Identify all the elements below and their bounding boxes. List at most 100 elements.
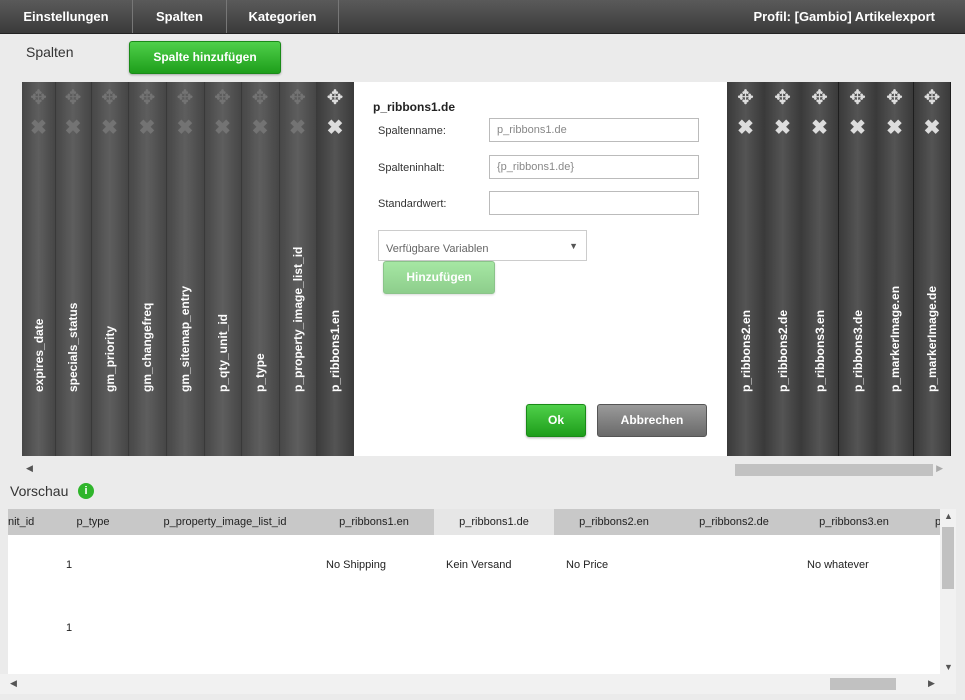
default-value-input[interactable]	[489, 191, 699, 215]
column-strip-label: p_markerImage.de	[925, 285, 939, 392]
move-arrows-icon[interactable]: ✥	[316, 88, 354, 108]
column-strip[interactable]: ✥ ✖ specials_status	[55, 82, 92, 456]
scroll-up-arrow-icon[interactable]: ▲	[944, 511, 953, 521]
tab-einstellungen[interactable]: Einstellungen	[0, 0, 133, 33]
column-strip[interactable]: ✥ ✖ p_type	[241, 82, 280, 456]
table-cell: No Shipping	[326, 559, 386, 571]
add-variable-button[interactable]: Hinzufügen	[383, 261, 495, 294]
scroll-right-arrow-icon[interactable]: ▶	[928, 678, 935, 689]
preview-column-header[interactable]: p_property_image_list_id	[136, 509, 314, 535]
preview-column-header[interactable]: p	[932, 509, 940, 535]
preview-column-header[interactable]: p_ribbons3.en	[794, 509, 914, 535]
move-arrows-icon[interactable]: ✥	[876, 88, 913, 108]
column-strip[interactable]: ✥ ✖ p_qty_unit_id	[204, 82, 242, 456]
column-strip-label: p_property_image_list_id	[290, 246, 305, 392]
column-strip[interactable]: ✥ ✖ p_ribbons3.de	[839, 82, 877, 456]
ok-button[interactable]: Ok	[526, 404, 586, 437]
columns-scroll-thumb[interactable]	[735, 464, 933, 476]
close-x-icon[interactable]: ✖	[914, 118, 950, 138]
column-editor-panel: p_ribbons1.de Spaltenname: p_ribbons1.de…	[354, 82, 727, 456]
move-arrows-icon[interactable]: ✥	[914, 88, 950, 108]
dropdown-caret-icon: ▼	[569, 241, 578, 251]
cancel-button[interactable]: Abbrechen	[597, 404, 707, 437]
column-strip[interactable]: ✥ ✖ expires_date	[22, 82, 56, 456]
columns-horizontal-scrollbar[interactable]: ◀ ▶	[22, 463, 947, 477]
column-name-label: Spaltenname:	[378, 125, 446, 137]
preview-horizontal-scrollbar[interactable]: ◀ ▶	[0, 674, 956, 694]
move-arrows-icon[interactable]: ✥	[166, 88, 204, 108]
move-arrows-icon[interactable]: ✥	[241, 88, 279, 108]
tab-spalten[interactable]: Spalten	[133, 0, 227, 33]
variables-select-value: Verfügbare Variablen	[386, 243, 489, 255]
column-strip-label: specials_status	[66, 302, 80, 392]
close-x-icon[interactable]: ✖	[166, 118, 204, 138]
column-strip-label: expires_date	[31, 318, 46, 392]
close-x-icon[interactable]: ✖	[128, 118, 166, 138]
move-arrows-icon[interactable]: ✥	[22, 88, 55, 108]
close-x-icon[interactable]: ✖	[316, 118, 354, 138]
preview-vertical-thumb[interactable]	[942, 527, 954, 589]
close-x-icon[interactable]: ✖	[764, 118, 801, 138]
move-arrows-icon[interactable]: ✥	[727, 88, 764, 108]
move-arrows-icon[interactable]: ✥	[801, 88, 838, 108]
close-x-icon[interactable]: ✖	[22, 118, 55, 138]
column-content-label: Spalteninhalt:	[378, 162, 445, 174]
scroll-down-arrow-icon[interactable]: ▼	[944, 662, 953, 672]
table-cell: 1	[66, 622, 73, 634]
preview-column-header[interactable]: nit_id	[8, 509, 34, 535]
close-x-icon[interactable]: ✖	[91, 118, 128, 138]
column-strip-label: p_ribbons3.de	[850, 309, 865, 392]
close-x-icon[interactable]: ✖	[241, 118, 279, 138]
close-x-icon[interactable]: ✖	[876, 118, 913, 138]
column-strip[interactable]: ✥ ✖ gm_sitemap_entry	[166, 82, 205, 456]
editor-title: p_ribbons1.de	[373, 100, 456, 114]
preview-horizontal-thumb[interactable]	[830, 678, 896, 690]
scroll-right-arrow-icon[interactable]: ▶	[936, 463, 943, 474]
column-strip[interactable]: ✥ ✖ p_ribbons3.en	[801, 82, 839, 456]
move-arrows-icon[interactable]: ✥	[91, 88, 128, 108]
column-name-input[interactable]: p_ribbons1.de	[489, 118, 699, 142]
scroll-left-arrow-icon[interactable]: ◀	[26, 463, 33, 474]
move-arrows-icon[interactable]: ✥	[55, 88, 91, 108]
tab-kategorien[interactable]: Kategorien	[227, 0, 339, 33]
column-strip-label: p_markerImage.en	[887, 285, 902, 392]
close-x-icon[interactable]: ✖	[279, 118, 316, 138]
close-x-icon[interactable]: ✖	[727, 118, 764, 138]
column-strip[interactable]: ✥ ✖ gm_priority	[91, 82, 129, 456]
column-strip[interactable]: ✥ ✖ p_property_image_list_id	[279, 82, 317, 456]
preview-column-header[interactable]: p_ribbons1.de	[434, 509, 554, 535]
column-strip[interactable]: ✥ ✖ p_markerImage.de	[914, 82, 951, 456]
close-x-icon[interactable]: ✖	[55, 118, 91, 138]
column-strip[interactable]: ✥ ✖ p_ribbons2.en	[727, 82, 765, 456]
close-x-icon[interactable]: ✖	[204, 118, 241, 138]
move-arrows-icon[interactable]: ✥	[128, 88, 166, 108]
preview-vertical-scrollbar[interactable]: ▲ ▼	[940, 509, 956, 674]
preview-column-header[interactable]: p_ribbons2.en	[554, 509, 674, 535]
table-cell: Kein Versand	[446, 559, 512, 571]
variables-select[interactable]: Verfügbare Variablen ▼	[378, 230, 587, 261]
move-arrows-icon[interactable]: ✥	[204, 88, 241, 108]
preview-column-header[interactable]: p_ribbons2.de	[674, 509, 794, 535]
preview-table: nit_id p_type p_property_image_list_id p_ri…	[8, 509, 940, 674]
preview-column-header[interactable]: p_ribbons1.en	[314, 509, 434, 535]
add-column-button[interactable]: Spalte hinzufügen	[129, 41, 281, 74]
columns-section-title: Spalten	[26, 44, 74, 60]
preview-column-header[interactable]: p_type	[50, 509, 136, 535]
info-icon[interactable]: i	[78, 483, 94, 499]
preview-title: Vorschau	[10, 483, 69, 499]
close-x-icon[interactable]: ✖	[839, 118, 876, 138]
column-strip[interactable]: ✥ ✖ p_ribbons2.de	[764, 82, 802, 456]
scroll-left-arrow-icon[interactable]: ◀	[10, 678, 17, 689]
close-x-icon[interactable]: ✖	[801, 118, 838, 138]
move-arrows-icon[interactable]: ✥	[839, 88, 876, 108]
column-strip[interactable]: ✥ ✖ p_markerImage.en	[876, 82, 914, 456]
table-cell: 1	[66, 559, 73, 571]
move-arrows-icon[interactable]: ✥	[279, 88, 316, 108]
column-strip[interactable]: ✥ ✖ gm_changefreq	[128, 82, 167, 456]
column-strip-label: p_ribbons1.en	[328, 309, 342, 392]
column-content-input[interactable]: {p_ribbons1.de}	[489, 155, 699, 179]
column-strip-label: p_ribbons2.en	[738, 309, 753, 392]
column-strip[interactable]: ✥ ✖ p_ribbons1.en	[316, 82, 355, 456]
column-strip-label: gm_priority	[102, 325, 117, 392]
move-arrows-icon[interactable]: ✥	[764, 88, 801, 108]
